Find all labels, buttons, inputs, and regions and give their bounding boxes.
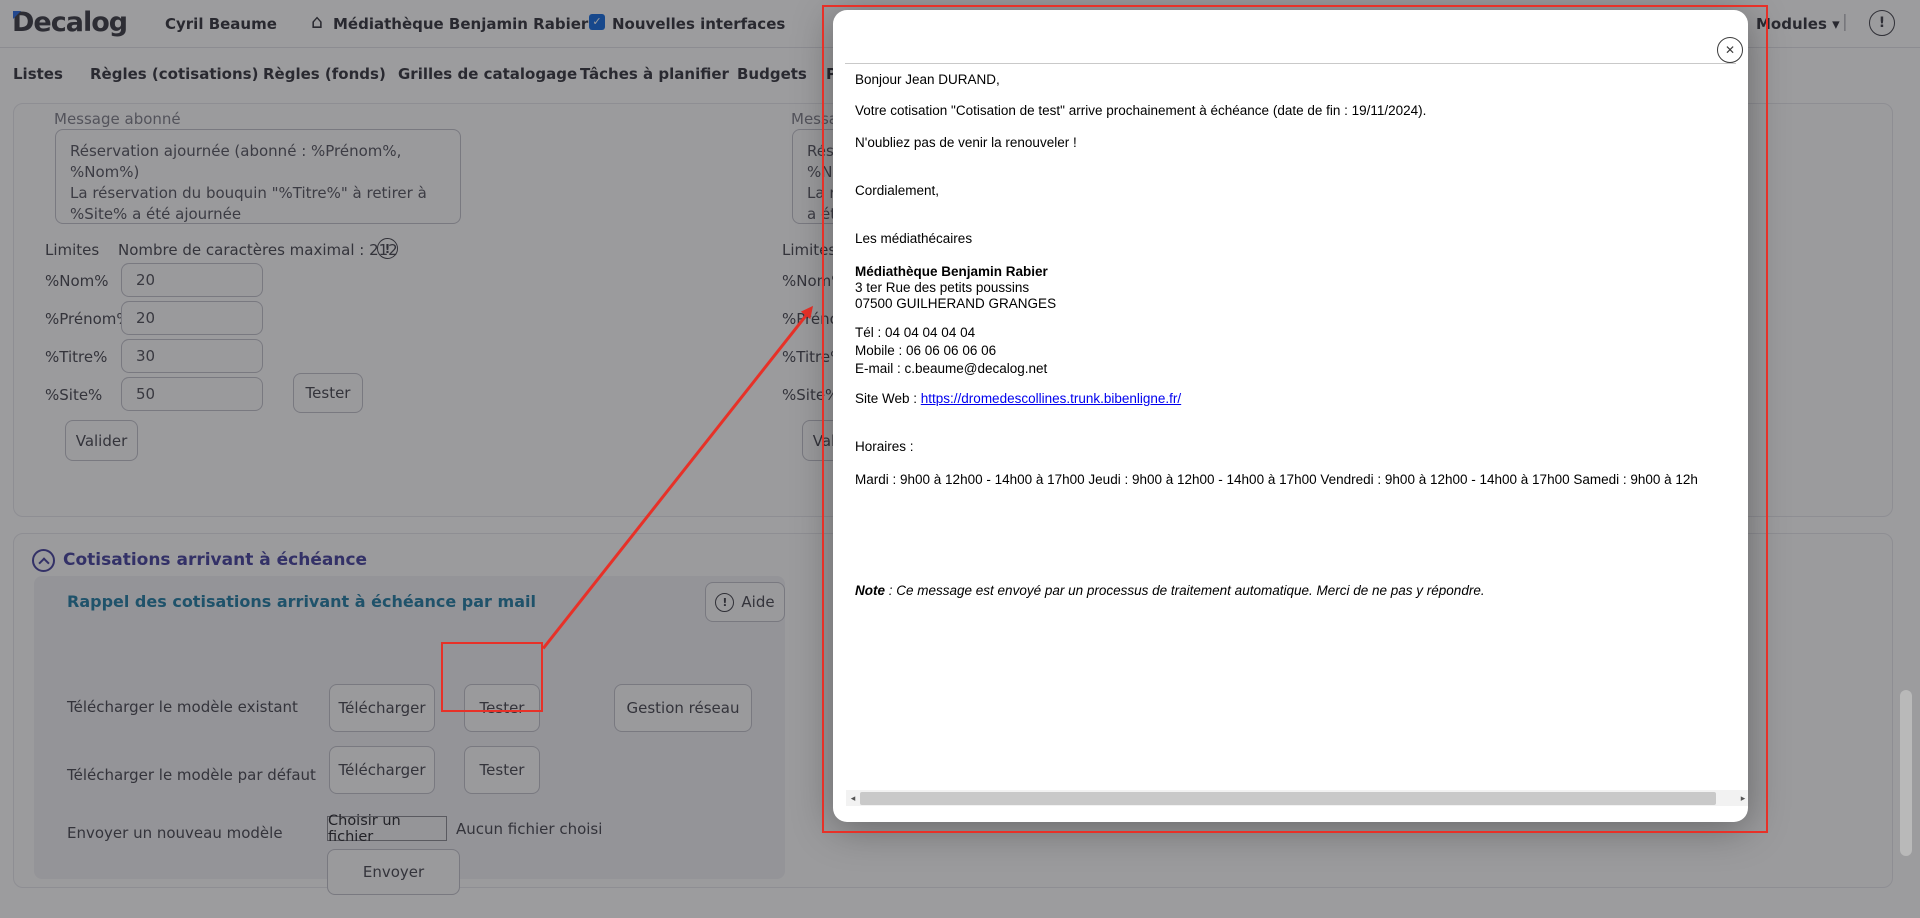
website-link[interactable]: https://dromedescollines.trunk.bibenlign… xyxy=(921,391,1181,406)
email-address2: 07500 GUILHERAND GRANGES xyxy=(855,296,1057,311)
email-address1: 3 ter Rue des petits poussins xyxy=(855,280,1030,295)
email-team: Les médiathécaires xyxy=(855,231,973,246)
email-preview-modal: ✕ Bonjour Jean DURAND, Votre cotisation … xyxy=(833,10,1748,822)
email-tel: Tél : 04 04 04 04 04 xyxy=(855,325,976,340)
modal-header-divider xyxy=(845,63,1736,64)
email-org-name: Médiathèque Benjamin Rabier xyxy=(855,264,1048,279)
email-website-line: Site Web : https://dromedescollines.trun… xyxy=(855,391,1181,406)
scroll-right-icon[interactable]: ▸ xyxy=(1736,790,1748,806)
close-icon[interactable]: ✕ xyxy=(1717,37,1743,63)
email-note-line: Note : Ce message est envoyé par un proc… xyxy=(855,583,1485,598)
email-expiry: Votre cotisation "Cotisation de test" ar… xyxy=(855,103,1427,118)
note-text: : Ce message est envoyé par un processus… xyxy=(885,583,1485,598)
app-screen: Decalog Cyril Beaume ⌂ Médiathèque Benja… xyxy=(0,0,1920,918)
email-closing: Cordialement, xyxy=(855,183,940,198)
email-hours-line: Mardi : 9h00 à 12h00 - 14h00 à 17h00 Jeu… xyxy=(855,472,1698,487)
email-mail: E-mail : c.beaume@decalog.net xyxy=(855,361,1048,376)
email-greeting: Bonjour Jean DURAND, xyxy=(855,72,1000,87)
website-label: Site Web : xyxy=(855,391,921,406)
note-label: Note xyxy=(855,583,885,598)
modal-hscroll-thumb[interactable] xyxy=(860,791,1716,805)
page-vertical-scrollbar[interactable] xyxy=(1900,690,1912,856)
scroll-left-icon[interactable]: ◂ xyxy=(846,790,860,806)
modal-horizontal-scrollbar[interactable]: ◂ ▸ xyxy=(846,790,1748,806)
email-reminder: N'oubliez pas de venir la renouveler ! xyxy=(855,135,1077,150)
email-hours-label: Horaires : xyxy=(855,439,914,454)
email-mobile: Mobile : 06 06 06 06 06 xyxy=(855,343,997,358)
